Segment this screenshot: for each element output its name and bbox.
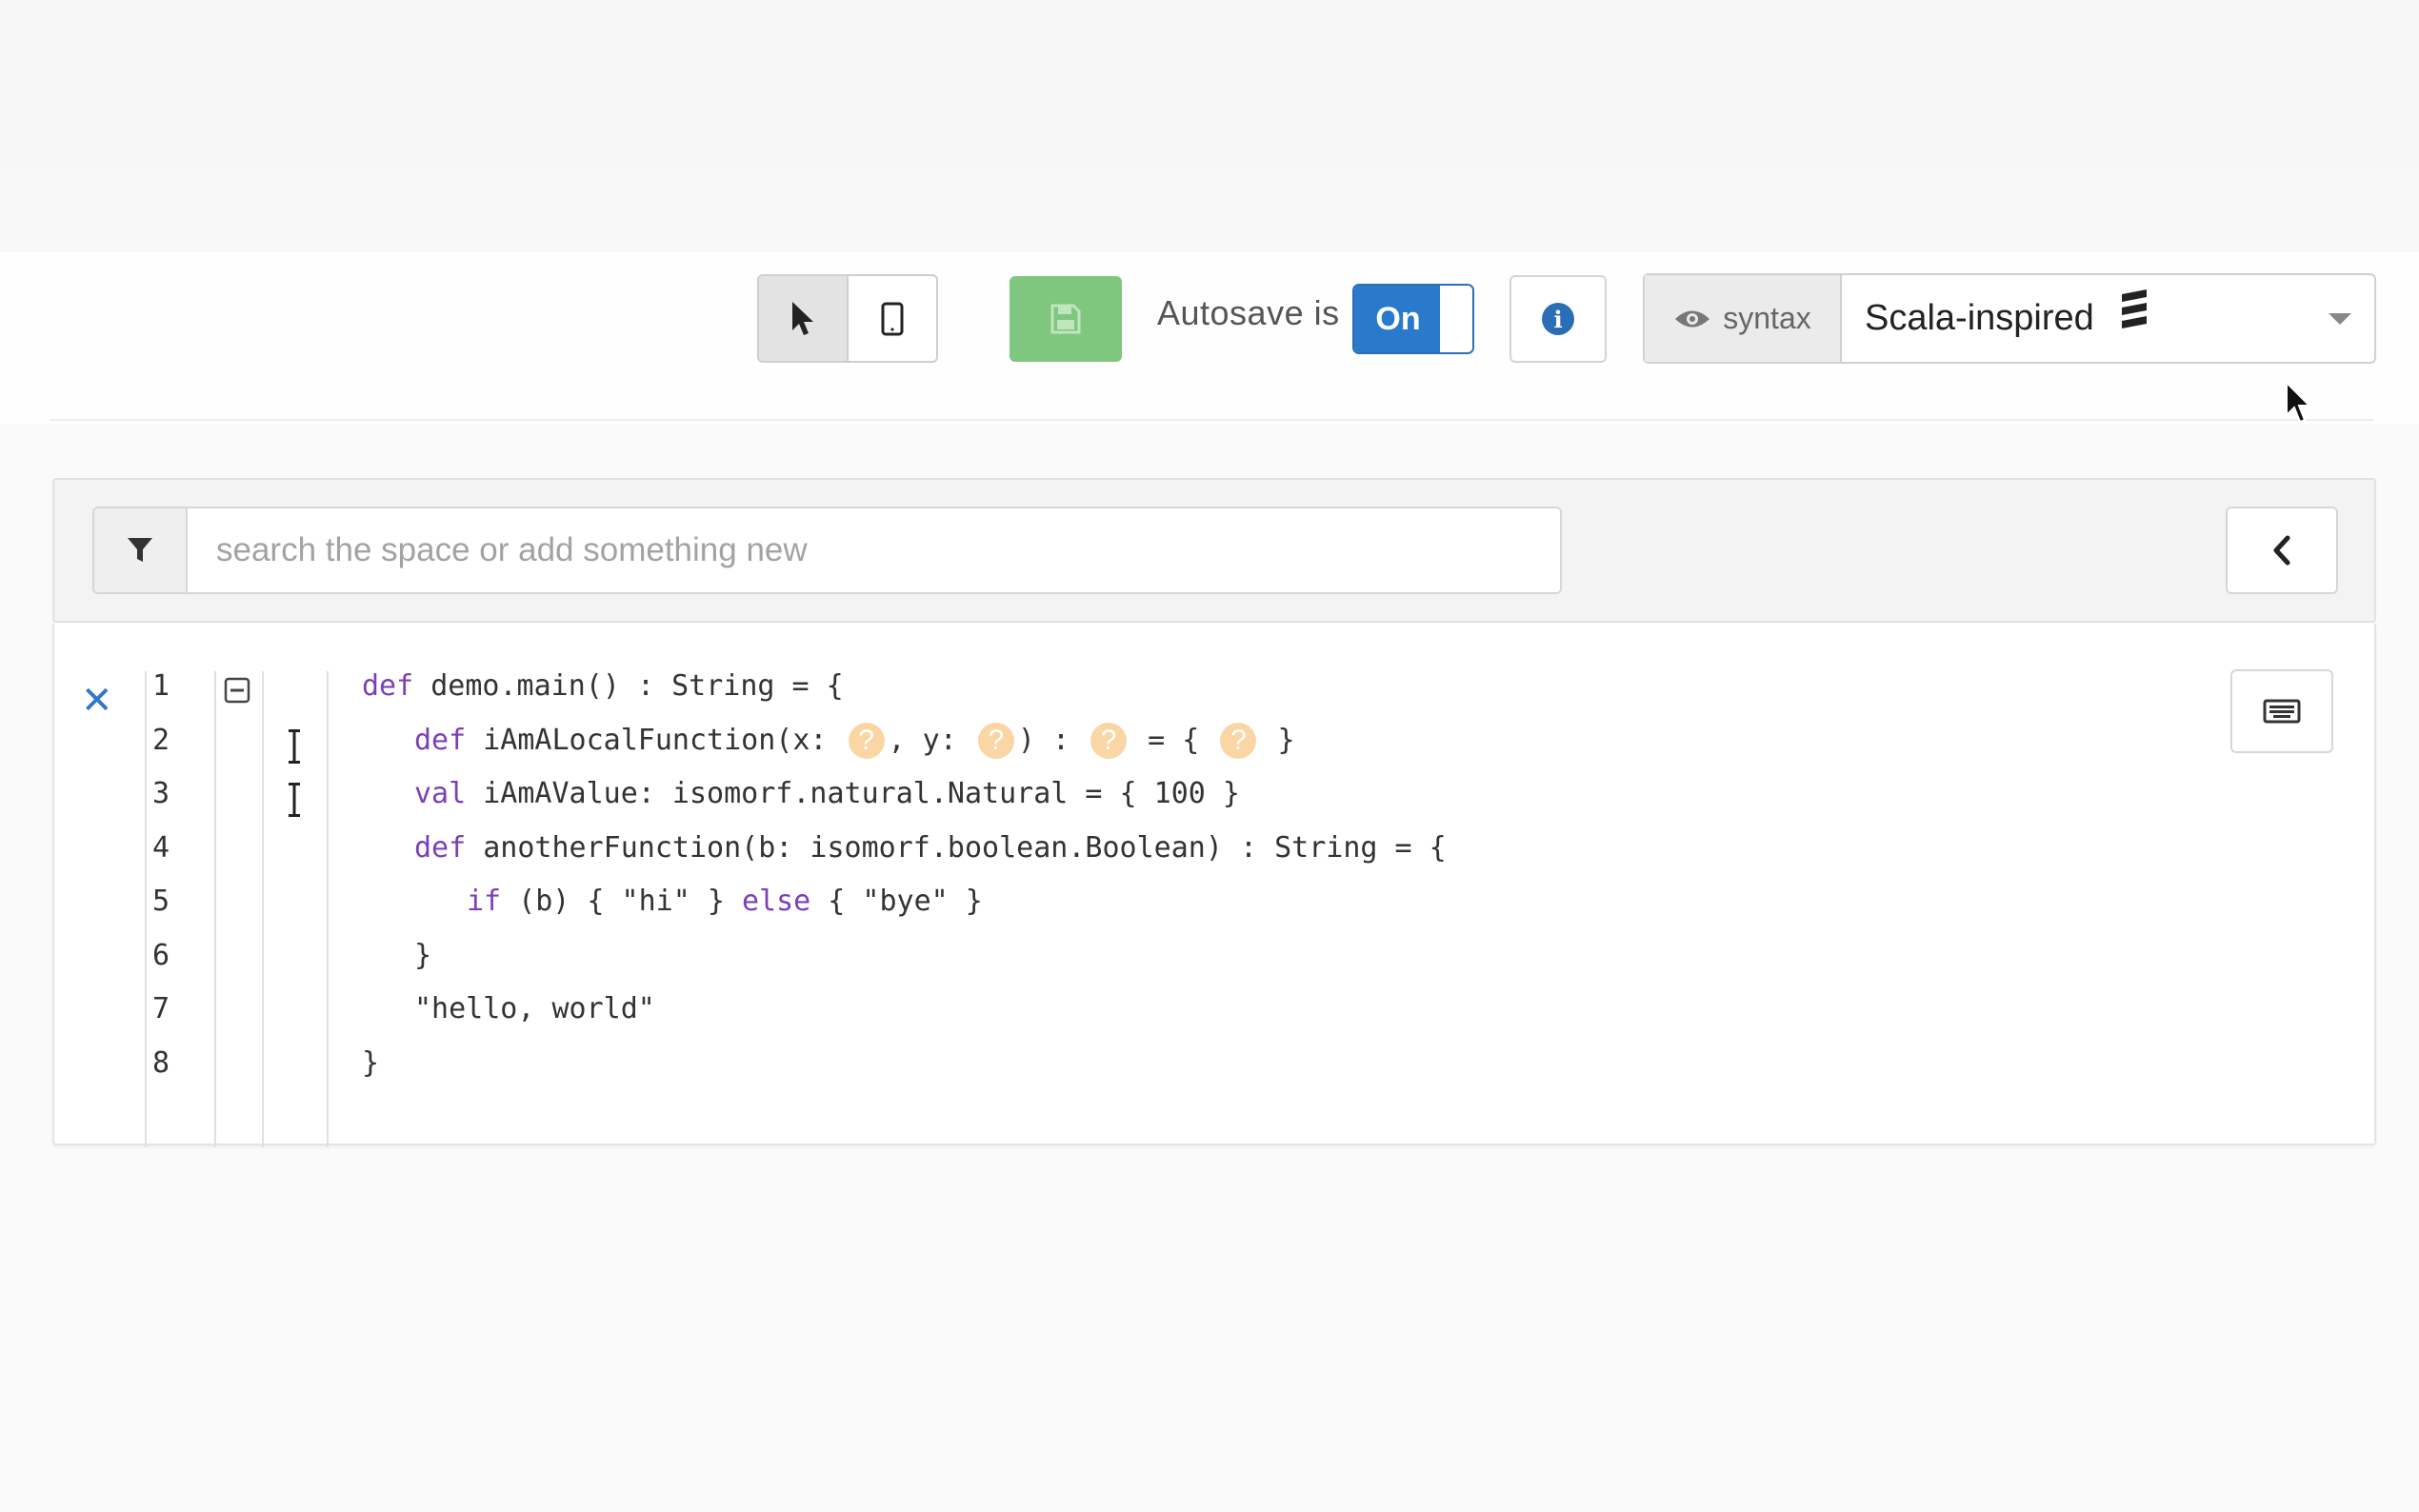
- drag-handle-icon[interactable]: [285, 727, 304, 766]
- autosave-label: Autosave is: [1157, 293, 1340, 332]
- code-line[interactable]: 5 if (b) { "hi" } else { "bye" }: [54, 885, 1769, 938]
- code-token: = {: [1130, 723, 1217, 757]
- save-button[interactable]: [1010, 276, 1122, 362]
- search-panel: [52, 478, 2376, 623]
- line-number: 8: [151, 1045, 170, 1080]
- code-text: if (b) { "hi" } else { "bye" }: [467, 875, 983, 928]
- line-number: 5: [151, 885, 170, 918]
- pointer-mode-button[interactable]: [759, 276, 849, 361]
- chevron-down-icon: [2329, 313, 2351, 325]
- code-token: (b) { "hi" }: [501, 885, 742, 918]
- type-hole-placeholder[interactable]: ?: [977, 723, 1014, 759]
- collapse-panel-button[interactable]: [2226, 507, 2338, 594]
- code-line[interactable]: 7 "hello, world": [54, 992, 1769, 1045]
- filter-button[interactable]: [94, 508, 188, 592]
- syntax-toggle-button[interactable]: syntax: [1645, 275, 1842, 362]
- code-line[interactable]: 8}: [54, 1046, 1769, 1100]
- tablet-mode-button[interactable]: [849, 276, 936, 361]
- code-token: }: [362, 1045, 380, 1080]
- syntax-label-text: syntax: [1723, 301, 1811, 335]
- type-hole-placeholder[interactable]: ?: [1220, 723, 1257, 759]
- tablet-icon: [881, 302, 904, 335]
- info-button[interactable]: i: [1509, 275, 1607, 363]
- keyword-token: def: [362, 669, 414, 703]
- code-token: iAmALocalFunction(x:: [466, 723, 845, 757]
- chevron-left-icon: [2273, 535, 2290, 566]
- code-token: iAmAValue: isomorf.natural.Natural = { 1…: [466, 777, 1240, 810]
- code-token: }: [414, 938, 432, 972]
- type-hole-placeholder[interactable]: ?: [848, 723, 885, 759]
- code-token: , y:: [888, 723, 974, 757]
- code-text: }: [362, 1037, 379, 1090]
- filter-icon: [128, 538, 152, 562]
- mode-button-group: [757, 274, 938, 363]
- keyword-token: val: [414, 777, 467, 810]
- code-text: def iAmALocalFunction(x: ?, y: ?) : ? = …: [414, 714, 1295, 767]
- keyboard-icon: [2263, 699, 2301, 724]
- code-text: "hello, world": [414, 983, 655, 1036]
- line-number: 3: [151, 777, 170, 810]
- search-input[interactable]: [188, 508, 1560, 592]
- code-token: ) :: [1017, 723, 1088, 757]
- search-box: [92, 507, 1562, 594]
- code-token: }: [1260, 723, 1295, 757]
- drag-handle-icon[interactable]: [285, 781, 304, 819]
- autosave-toggle[interactable]: On: [1352, 284, 1474, 354]
- autosave-toggle-on: On: [1354, 286, 1442, 352]
- code-token: demo.main() : String = {: [413, 669, 844, 703]
- code-token: anotherFunction(b: isomorf.boolean.Boole…: [466, 830, 1447, 865]
- code-text: }: [414, 929, 431, 983]
- code-text: def anotherFunction(b: isomorf.boolean.B…: [414, 822, 1447, 875]
- fold-toggle-icon[interactable]: [224, 677, 250, 704]
- line-number: 7: [151, 992, 170, 1025]
- syntax-selector: syntax Scala-inspired: [1643, 273, 2376, 364]
- code-line[interactable]: 6}: [54, 939, 1769, 992]
- line-number: 1: [151, 669, 170, 703]
- toolbar-divider: [50, 419, 2373, 421]
- mouse-cursor-icon: [2286, 381, 2312, 424]
- line-number: 4: [151, 830, 170, 865]
- code-token: "hello, world": [414, 992, 655, 1025]
- page-header-band: [0, 0, 2419, 252]
- code-editor-panel: ✕ 1 def demo.main() : String = {2 def iAmA…: [52, 624, 2376, 1147]
- code-text: def demo.main() : String = {: [362, 660, 844, 713]
- eye-icon: [1675, 310, 1710, 327]
- info-icon: i: [1542, 303, 1574, 335]
- code-token: { "bye" }: [810, 885, 983, 918]
- line-number: 2: [151, 723, 170, 757]
- floppy-disk-icon: [1050, 304, 1081, 334]
- keyword-token: if: [467, 885, 502, 918]
- keyword-token: def: [414, 723, 467, 757]
- type-hole-placeholder[interactable]: ?: [1090, 723, 1128, 759]
- keyword-token: else: [742, 885, 811, 918]
- keyword-token: def: [414, 830, 467, 865]
- pointer-icon: [792, 301, 813, 335]
- syntax-dropdown[interactable]: Scala-inspired: [1842, 275, 2374, 362]
- autosave-toggle-knob: [1440, 286, 1472, 352]
- keyboard-button[interactable]: [2230, 669, 2333, 753]
- syntax-selected-value: Scala-inspired: [1865, 298, 2094, 338]
- line-number: 6: [151, 938, 170, 972]
- scala-logo-icon: [2121, 288, 2147, 328]
- code-text: val iAmAValue: isomorf.natural.Natural =…: [414, 767, 1240, 821]
